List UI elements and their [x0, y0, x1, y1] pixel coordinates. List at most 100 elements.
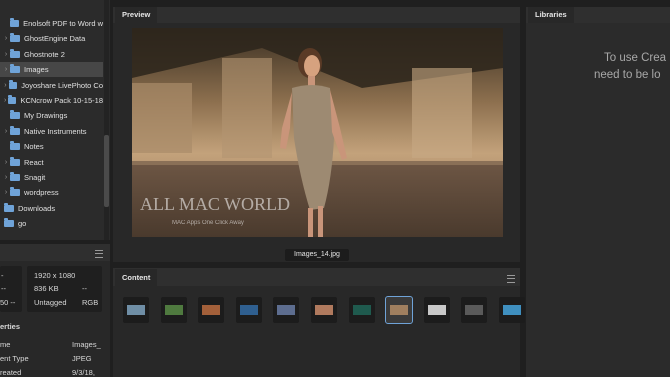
- content-thumbnail[interactable]: [160, 297, 187, 323]
- thumbnail-image: [427, 305, 446, 315]
- tree-item-label: GhostEngine Data: [24, 34, 86, 44]
- tree-item-label: Images: [24, 65, 49, 75]
- info-filesize-extra: --: [82, 284, 87, 293]
- folder-icon: [8, 79, 18, 89]
- property-key: me: [0, 340, 11, 349]
- chevron-right-icon[interactable]: ›: [2, 174, 10, 181]
- tab-preview[interactable]: Preview: [115, 7, 158, 23]
- tree-item[interactable]: › wordpress: [0, 185, 103, 200]
- info-dimensions: 1920 x 1080: [34, 271, 76, 280]
- content-thumbnail[interactable]: [198, 297, 225, 323]
- watermark-subtitle: MAC Apps One Click Away: [172, 220, 244, 226]
- tree-item[interactable]: › React: [0, 155, 103, 170]
- info-size-left: --: [1, 284, 6, 293]
- filename-label: Images_14.jpg: [294, 251, 340, 258]
- content-header: [113, 268, 520, 286]
- folder-icon: [4, 202, 14, 212]
- folder-icon: [10, 64, 20, 74]
- thumbnail-image: [503, 305, 521, 315]
- preview-header: [113, 7, 520, 23]
- thumbnail-image: [352, 305, 371, 315]
- tree-item[interactable]: › Ghostnote 2: [0, 47, 103, 62]
- tree-item-label: My Drawings: [24, 111, 68, 121]
- tab-libraries[interactable]: Libraries: [528, 7, 574, 23]
- tree-item[interactable]: go: [0, 216, 103, 231]
- tree-item-label: Joyoshare LivePhoto Co: [21, 80, 103, 90]
- thumbnail-image: [315, 305, 333, 315]
- info-filesize: 836 KB: [34, 284, 59, 293]
- content-thumbnail[interactable]: [461, 297, 488, 323]
- tree-item[interactable]: Notes: [0, 139, 103, 154]
- property-value: 9/3/18,: [72, 368, 95, 377]
- tree-item[interactable]: › Native Instruments: [0, 124, 103, 139]
- tree-item[interactable]: › Joyoshare LivePhoto Co: [0, 78, 103, 93]
- property-value: Images_: [72, 340, 101, 349]
- thumbnail-image: [164, 305, 183, 315]
- chevron-right-icon[interactable]: ›: [2, 128, 10, 135]
- folder-icon: [10, 125, 20, 135]
- folder-icon: [4, 218, 14, 228]
- tree-item[interactable]: › Snagit: [0, 170, 103, 185]
- thumbnail-image: [202, 305, 221, 315]
- content-thumbnail[interactable]: [385, 296, 414, 324]
- chevron-right-icon[interactable]: ›: [2, 82, 9, 89]
- preview-image: ALL MAC WORLD MAC Apps One Click Away: [132, 28, 503, 237]
- metadata-panel: - -- 50 -- 1920 x 1080 836 KB -- Untagge…: [0, 244, 110, 377]
- property-value: JPEG: [72, 354, 92, 363]
- folder-icon: [10, 110, 20, 120]
- tree-item-label: wordpress: [24, 188, 59, 198]
- tree-item-label: go: [18, 219, 27, 229]
- tree-item[interactable]: › KCNcrow Pack 10-15-18: [0, 93, 103, 108]
- folder-tree: Enolsoft PDF to Word w › GhostEngine Data ›…: [0, 0, 110, 240]
- info-dim-left: -: [1, 271, 4, 280]
- chevron-right-icon[interactable]: ›: [2, 66, 10, 73]
- tab-content[interactable]: Content: [115, 269, 158, 286]
- libraries-message-line1: To use Crea: [604, 52, 667, 64]
- content-thumbnail[interactable]: [311, 297, 337, 323]
- properties-title: erties: [0, 322, 21, 331]
- folder-icon: [9, 18, 20, 27]
- folder-icon: [10, 156, 20, 166]
- tree-item-label: Ghostnote 2: [24, 49, 65, 59]
- info-tag-left: 50 --: [0, 298, 16, 307]
- thumbnail-image: [277, 305, 296, 315]
- content-thumbnail[interactable]: [499, 297, 525, 323]
- folder-icon: [10, 33, 20, 43]
- tree-item-label: React: [24, 157, 44, 167]
- chevron-right-icon[interactable]: ›: [2, 189, 10, 196]
- chevron-right-icon[interactable]: ›: [2, 35, 10, 42]
- libraries-message-line2: need to be lo: [594, 69, 661, 81]
- tree-item[interactable]: Enolsoft PDF to Word w: [0, 16, 103, 31]
- libraries-panel: Libraries To use Crea need to be lo: [526, 7, 670, 377]
- tree-item-label: Snagit: [24, 173, 46, 182]
- content-thumbnail[interactable]: [423, 297, 450, 323]
- tree-item[interactable]: › Images: [0, 62, 103, 78]
- metadata-menu-icon[interactable]: [95, 250, 103, 258]
- thumbnail-image: [390, 305, 409, 315]
- tree-item[interactable]: › GhostEngine Data: [0, 31, 103, 46]
- folder-icon: [10, 187, 20, 197]
- thumbnail-image: [127, 305, 145, 315]
- watermark-title: ALL MAC WORLD: [140, 194, 290, 214]
- tree-item[interactable]: My Drawings: [0, 108, 103, 123]
- chevron-right-icon[interactable]: ›: [2, 159, 10, 166]
- filename-chip: Images_14.jpg: [285, 249, 349, 261]
- info-label: Untagged: [34, 298, 67, 307]
- tree-scrollbar-thumb[interactable]: [104, 135, 109, 207]
- tree-item-label: KCNcrow Pack 10-15-18: [20, 96, 103, 105]
- folder-icon: [10, 141, 20, 151]
- content-thumbnail[interactable]: [348, 297, 375, 323]
- thumbnail-image: [239, 305, 258, 315]
- folder-icon: [8, 95, 17, 104]
- tree-item-label: Native Instruments: [24, 126, 87, 136]
- content-thumbnail[interactable]: [273, 297, 300, 323]
- chevron-right-icon[interactable]: ›: [2, 51, 10, 58]
- tree-item[interactable]: Downloads: [0, 201, 103, 216]
- folder-icon: [10, 172, 20, 181]
- content-thumbnail[interactable]: [235, 297, 262, 323]
- content-thumbnail[interactable]: [123, 297, 149, 323]
- tree-item-label: Notes: [24, 142, 44, 152]
- info-colormode: RGB: [82, 298, 99, 307]
- metadata-header: [0, 244, 110, 261]
- content-menu-icon[interactable]: [507, 275, 515, 283]
